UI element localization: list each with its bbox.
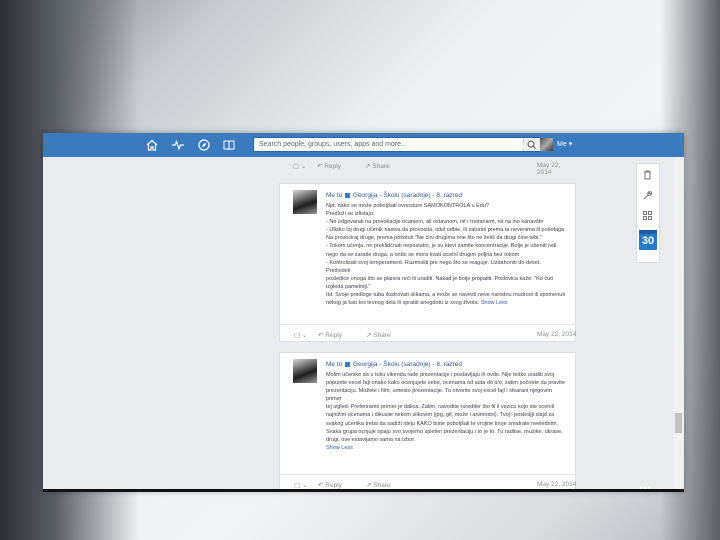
post-actions: ▢ ⌄ ↶ Reply ↗ Share May 22, 2014 [280,324,577,343]
reply-link[interactable]: ↶ Reply [318,331,342,339]
reply-link[interactable]: ↶ Reply [318,481,342,489]
post-line: izgleda pametniji." [326,283,371,290]
author-avatar[interactable] [293,359,317,383]
home-icon[interactable] [145,138,159,152]
scrollbar-thumb[interactable] [675,413,682,433]
wrench-icon[interactable] [642,190,653,201]
comment-icon[interactable]: ▢ ⌄ [293,162,306,170]
user-name: Me [557,141,567,148]
group-name[interactable]: Georgija - Školu (saradnje) - 8. razred [353,192,462,199]
post-line: nego da se zaratie druga, a ondo se mora… [326,251,520,258]
calendar-day: 30 [641,235,655,247]
user-menu[interactable]: Me ▾ [557,140,572,148]
search-placeholder: Search people, groups, users, apps and m… [259,141,407,148]
post-line: Itd. Svoje predloge tuba ilustrovati sli… [326,292,566,299]
post-line: popunite excel fajl onako kako ocenjujet… [326,380,565,387]
chevron-down-icon: ▾ [568,141,573,148]
group-icon [345,192,351,198]
top-navigation-bar: Search people, groups, users, apps and m… [43,133,684,157]
compass-icon[interactable] [197,138,211,152]
post-body: Molim učenike da u toku vikenda rade pre… [326,371,566,452]
post-line: posledice onoga što se planira reći ili … [326,275,553,282]
feed-post: Me to Georgija - Školu (saradnje) - 8. r… [279,352,577,491]
previous-post-actions: ▢ ⌄ ↶ Reply ↗ Share May 22, 2014 [279,157,576,176]
search-input[interactable]: Search people, groups, users, apps and m… [253,137,541,152]
post-line: - Kontrolisati svoj temperament. Razmisl… [326,259,541,274]
scrollbar[interactable] [674,157,683,491]
reply-label: Reply [325,332,342,339]
share-link[interactable]: ↗ Share [366,331,391,339]
post-header[interactable]: Me to Georgija - Školu (saradnje) - 8. r… [326,192,462,199]
author-name[interactable]: Me to [326,361,342,368]
post-line: svakog učenika treba da sadrži ideju KAK… [326,420,559,427]
post-line: nekog ja kao kni tevnog dela ili spratit… [326,300,480,307]
book-icon[interactable] [222,138,236,152]
post-header[interactable]: Me to Georgija - Školu (saradnje) - 8. r… [326,361,462,368]
show-less-link[interactable]: Show Less [326,445,353,451]
user-avatar[interactable] [540,138,553,151]
author-name[interactable]: Me to [326,192,342,199]
activity-icon[interactable] [171,138,185,152]
browser-screen: Search people, groups, users, apps and m… [43,133,684,491]
side-widget-panel: 30 [636,163,660,263]
calendar-icon[interactable]: 30 [639,230,657,250]
post-line: Npr. nako se može poboljšati ovnosture S… [326,203,489,209]
post-line: najnižim ocenama i dikusiie nekom slikov… [326,412,555,419]
more-dots-icon: ••• [639,483,652,493]
post-line: - Tokom učenja, ne preklidčnati nepostat… [326,243,557,250]
comment-icon[interactable]: ▢ ⌄ [294,331,307,339]
screen-bottom-bezel: ••• [43,483,684,493]
post-line: drugi, ove estavijamo vama na izbor. [326,436,416,443]
feed-post: Me to Georgija - Školu (saradnje) - 8. r… [279,183,577,343]
author-avatar[interactable] [293,190,317,214]
share-label: Share [373,332,391,339]
group-icon [345,361,351,367]
share-label: Share [373,482,391,489]
post-line: Predloži se izlistaju: [326,211,375,218]
reply-label: Reply [325,482,342,489]
post-date: May 22, 2014 [537,481,577,488]
post-date: May 22, 2014 [537,331,577,338]
group-name[interactable]: Georgija - Školu (saradnje) - 8. razred [353,361,462,368]
trash-icon[interactable] [642,169,653,180]
post-line: - Ulktko Isj drugi učenik nastva da prov… [326,227,565,234]
comment-icon[interactable]: ▢ ⌄ [294,481,307,489]
post-line: Molim učenike da u toku vikenda rade pre… [326,372,555,378]
post-line: - Ne odgovarati na provokacije ocaniem, … [326,219,544,226]
show-less-link[interactable]: Show Less [481,300,508,306]
apps-grid-icon[interactable] [642,210,653,221]
reply-link[interactable]: ↶ Reply [317,162,341,170]
post-line: Svaka grupa ocnjuje opaju svo svojemu sp… [326,428,563,435]
share-link[interactable]: ↗ Share [365,162,390,170]
reply-label: Reply [324,163,341,170]
post-body: Npr. nako se može poboljšati ovnosture S… [326,202,566,307]
post-line: tej izgled. Preferiramo primer je dalica… [326,404,555,411]
post-line: Na provociraj druge, prema pošotuš "Ne č… [326,235,542,242]
share-link[interactable]: ↗ Share [366,481,391,489]
post-line: prezentaciju. Možete i film, umesto prez… [326,388,552,403]
share-label: Share [372,163,390,170]
post-date: May 22, 2014 [537,162,561,176]
bell-icon[interactable] [513,138,527,152]
